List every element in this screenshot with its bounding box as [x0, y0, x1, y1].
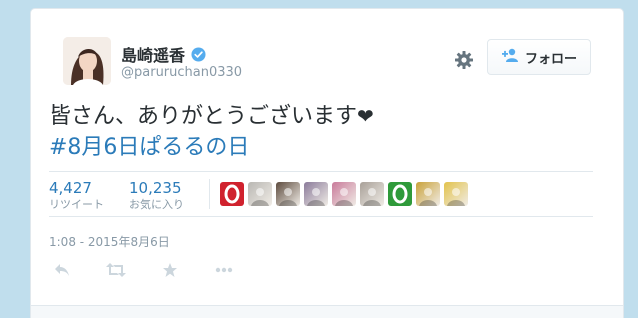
display-name[interactable]: 島崎遥香: [121, 42, 206, 66]
photo-avatar[interactable]: [416, 182, 440, 206]
retweet-count: 4,427: [49, 179, 92, 197]
tweet-body: 皆さん、ありがとうございます❤ #8月6日ぱるるの日: [49, 101, 374, 163]
tweet-card: 島崎遥香 @paruruchan0330 フォロー 皆さん、ありがとうございます…: [30, 8, 624, 318]
favorited-by-avatars: [220, 182, 468, 206]
gear-icon[interactable]: [453, 49, 475, 71]
profile-avatar[interactable]: [63, 37, 111, 85]
photo-avatar[interactable]: [304, 182, 328, 206]
red-ring-avatar[interactable]: [220, 182, 244, 206]
follow-label: フォロー: [524, 51, 577, 67]
photo-avatar[interactable]: [276, 182, 300, 206]
verified-badge-icon: [191, 46, 206, 62]
retweet-label: リツイート: [49, 198, 104, 211]
more-options-icon[interactable]: [213, 259, 235, 281]
tweet-stats: 4,427 リツイート 10,235 お気に入り: [49, 171, 593, 217]
favorite-star-icon[interactable]: [159, 259, 181, 281]
heart-icon: ❤: [357, 104, 374, 128]
user-handle[interactable]: @paruruchan0330: [121, 65, 242, 80]
retweet-stat[interactable]: 4,427 リツイート: [49, 179, 104, 212]
card-footer: [31, 305, 623, 318]
favorite-count: 10,235: [129, 179, 182, 197]
reply-icon[interactable]: [51, 259, 73, 281]
follow-button[interactable]: フォロー: [487, 39, 591, 75]
tweet-actions: [51, 259, 235, 281]
tweet-text: 皆さん、ありがとうございます: [49, 104, 358, 129]
photo-avatar[interactable]: [248, 182, 272, 206]
display-name-text: 島崎遥香: [121, 46, 186, 65]
add-user-icon: [501, 48, 519, 66]
favorite-label: お気に入り: [129, 198, 184, 211]
tweet-timestamp[interactable]: 1:08 - 2015年8月6日: [49, 233, 170, 250]
photo-avatar[interactable]: [360, 182, 384, 206]
retweet-icon[interactable]: [105, 259, 127, 281]
stats-divider: [209, 179, 210, 209]
hashtag-link[interactable]: #8月6日ぱるるの日: [49, 135, 249, 160]
green-ring-avatar[interactable]: [388, 182, 412, 206]
photo-avatar[interactable]: [444, 182, 468, 206]
photo-avatar[interactable]: [332, 182, 356, 206]
favorite-stat[interactable]: 10,235 お気に入り: [129, 179, 184, 212]
